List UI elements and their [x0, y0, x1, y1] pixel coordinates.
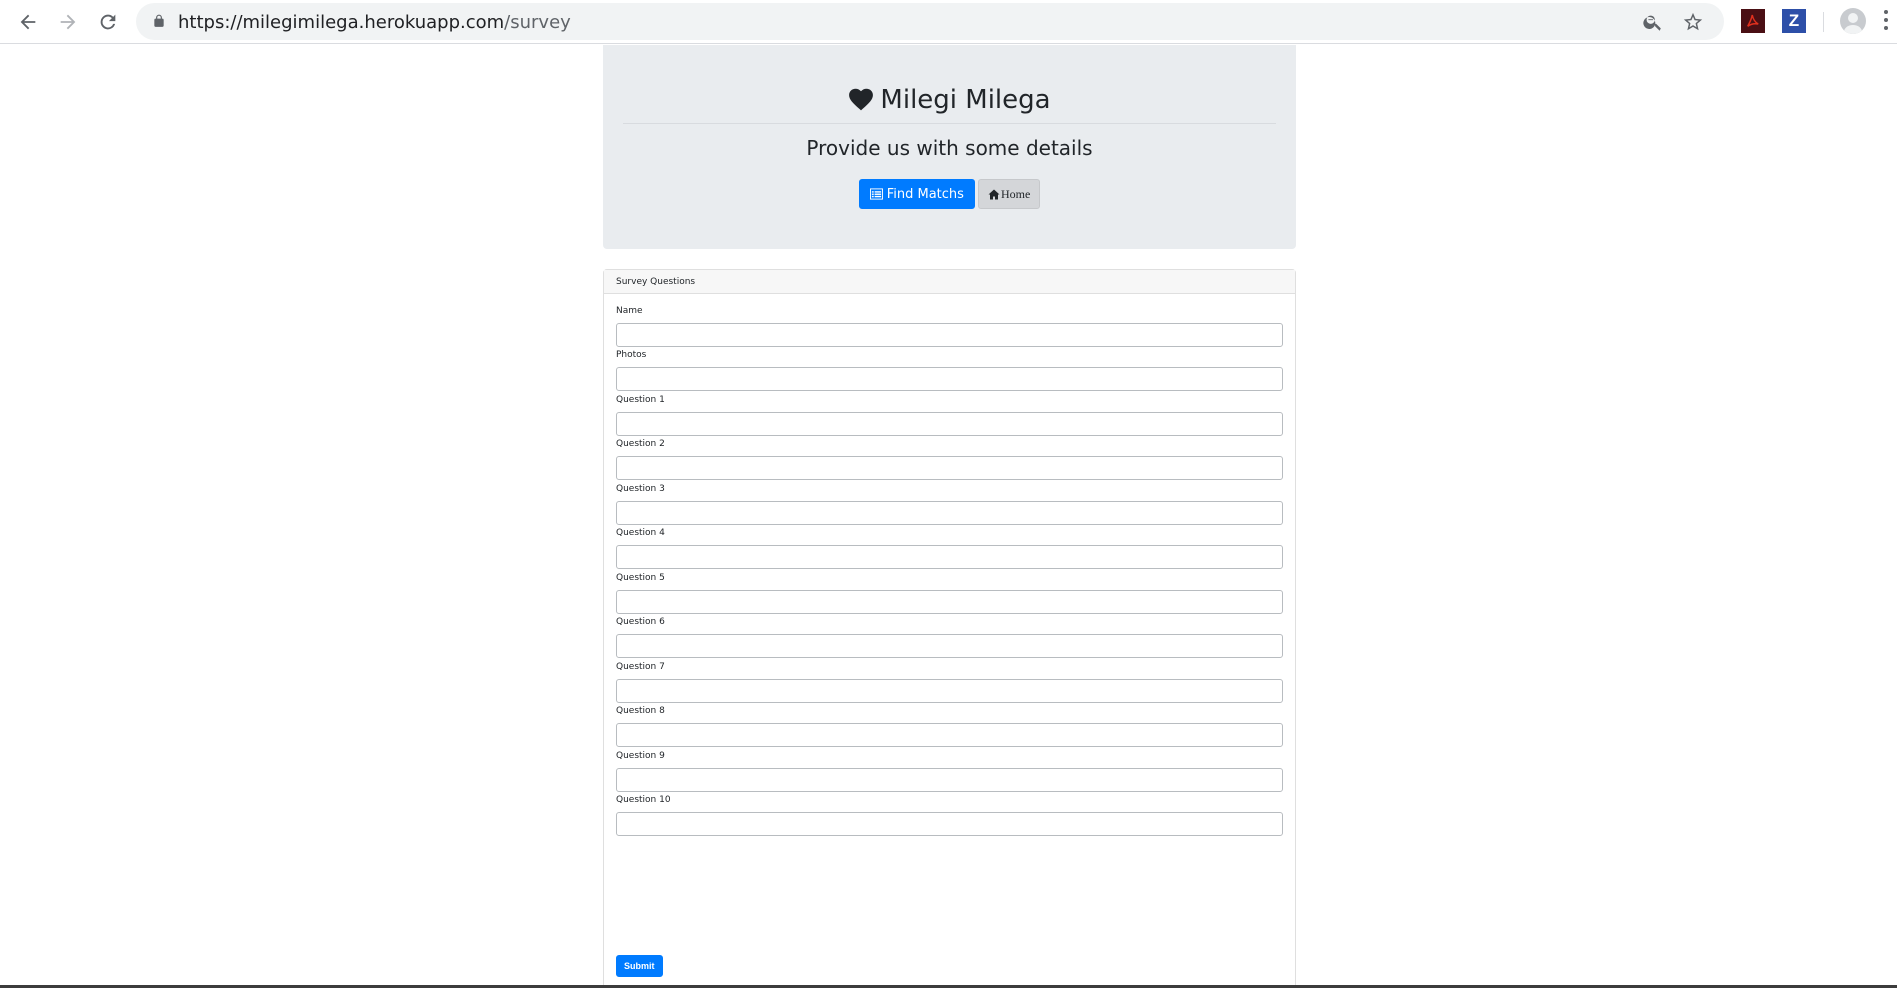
home-icon — [988, 189, 1000, 199]
field-label: Question 3 — [616, 484, 665, 494]
field-label: Photos — [616, 350, 647, 360]
url-text[interactable]: https://milegimilega.herokuapp.com/surve… — [178, 12, 571, 33]
field-label: Question 9 — [616, 751, 665, 761]
field-label: Name — [616, 306, 643, 316]
star-icon[interactable] — [1682, 11, 1704, 33]
heart-icon — [849, 88, 874, 111]
survey-card-title: Survey Questions — [604, 270, 1295, 294]
url-path: /survey — [504, 12, 571, 33]
question-8-input[interactable] — [616, 723, 1283, 747]
field-label: Question 7 — [616, 662, 665, 672]
z-extension-label: Z — [1788, 11, 1800, 30]
field-question-3: Question 3 — [616, 484, 1283, 525]
field-question-9: Question 9 — [616, 751, 1283, 792]
home-label: Home — [1000, 186, 1031, 201]
photos-input[interactable] — [616, 367, 1283, 391]
field-label: Question 6 — [616, 617, 665, 627]
field-label: Question 10 — [616, 795, 671, 805]
browser-toolbar: https://milegimilega.herokuapp.com/surve… — [0, 0, 1897, 44]
field-question-4: Question 4 — [616, 528, 1283, 569]
url-host: https://milegimilega.herokuapp.com — [178, 12, 505, 33]
field-label: Question 2 — [616, 439, 665, 449]
field-question-1: Question 1 — [616, 395, 1283, 436]
reload-icon — [100, 14, 116, 30]
page-subtitle: Provide us with some details — [806, 136, 1093, 160]
question-6-input[interactable] — [616, 634, 1283, 658]
list-alt-icon — [869, 188, 883, 200]
field-label: Question 1 — [616, 395, 665, 405]
name-input[interactable] — [616, 323, 1283, 347]
acrobat-glyph — [1747, 14, 1759, 27]
kebab-menu-icon[interactable] — [1884, 10, 1890, 34]
zoom-icon[interactable] — [1642, 11, 1664, 33]
z-extension-icon[interactable]: Z — [1782, 9, 1806, 33]
find-matchs-label: Find Matchs — [886, 186, 964, 202]
forward-button[interactable] — [52, 6, 84, 38]
header-divider — [623, 123, 1276, 124]
question-10-input[interactable] — [616, 812, 1283, 836]
question-3-input[interactable] — [616, 501, 1283, 525]
page-content: Milegi Milega Provide us with some detai… — [0, 45, 1897, 988]
acrobat-pdf-icon[interactable] — [1741, 9, 1765, 33]
arrow-right-icon — [60, 14, 76, 30]
field-label: Question 8 — [616, 706, 665, 716]
question-4-input[interactable] — [616, 545, 1283, 569]
survey-card: Survey Questions Name Photos Question 1 … — [603, 269, 1296, 988]
field-question-5: Question 5 — [616, 573, 1283, 614]
field-question-10: Question 10 — [616, 795, 1283, 836]
question-2-input[interactable] — [616, 456, 1283, 480]
brand-text: Milegi Milega — [880, 85, 1051, 115]
toolbar-separator — [1823, 12, 1824, 32]
find-matchs-button[interactable]: Find Matchs — [858, 179, 975, 209]
field-name: Name — [616, 306, 1283, 347]
home-button[interactable]: Home — [977, 179, 1041, 209]
field-question-6: Question 6 — [616, 617, 1283, 658]
avatar-head — [1848, 13, 1858, 23]
field-photos: Photos — [616, 350, 1283, 391]
brand-title: Milegi Milega — [603, 85, 1296, 115]
question-9-input[interactable] — [616, 768, 1283, 792]
profile-avatar-icon[interactable] — [1840, 8, 1866, 34]
header-jumbotron: Milegi Milega Provide us with some detai… — [603, 45, 1296, 249]
field-question-2: Question 2 — [616, 439, 1283, 480]
field-question-8: Question 8 — [616, 706, 1283, 747]
avatar-shoulders — [1844, 25, 1862, 34]
question-5-input[interactable] — [616, 590, 1283, 614]
address-bar[interactable]: https://milegimilega.herokuapp.com/surve… — [136, 3, 1724, 40]
question-7-input[interactable] — [616, 679, 1283, 703]
field-label: Question 5 — [616, 573, 665, 583]
field-label: Question 4 — [616, 528, 665, 538]
question-1-input[interactable] — [616, 412, 1283, 436]
header-buttons: Find Matchs Home — [603, 179, 1296, 209]
back-button[interactable] — [12, 6, 44, 38]
field-question-7: Question 7 — [616, 662, 1283, 703]
arrow-left-icon — [20, 14, 36, 30]
reload-button[interactable] — [92, 6, 124, 38]
lock-icon — [154, 14, 164, 27]
submit-button[interactable]: Submit — [616, 955, 663, 977]
